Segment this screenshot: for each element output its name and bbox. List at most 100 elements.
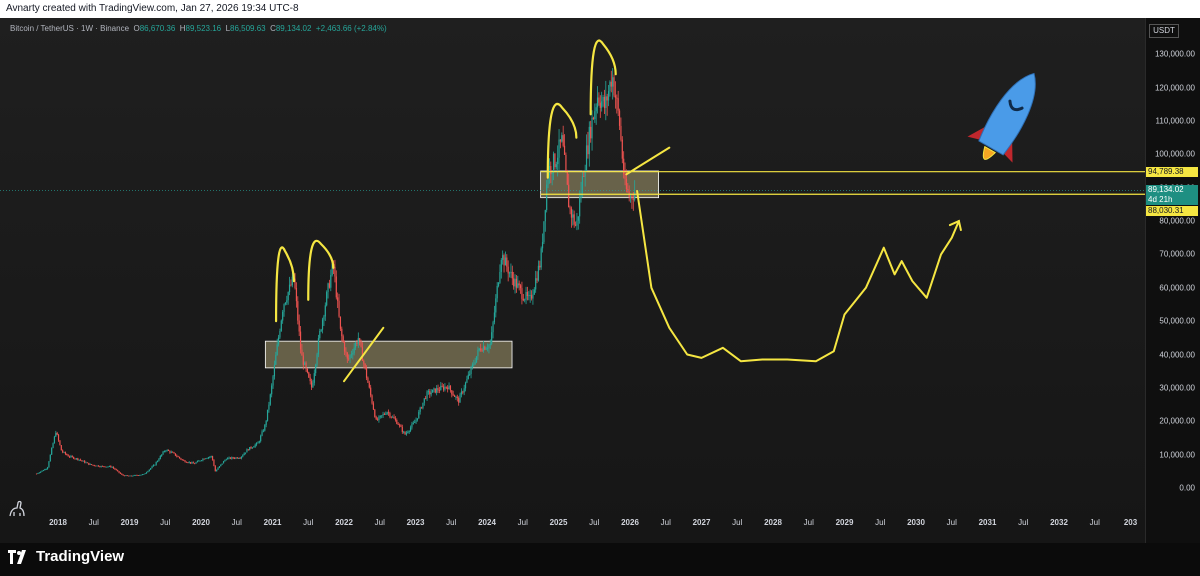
candle-body: [174, 453, 177, 456]
candle-body: [473, 363, 475, 365]
candle-body: [427, 391, 430, 393]
candle-body: [286, 300, 288, 303]
candle-body: [591, 117, 593, 139]
candle-body: [101, 466, 104, 467]
candle-body: [117, 470, 119, 472]
candle-body: [183, 459, 185, 461]
candle-body: [481, 350, 483, 352]
candle-body: [268, 404, 270, 410]
candle-body: [52, 443, 54, 449]
candle-body: [158, 459, 160, 461]
candle-body: [528, 295, 530, 297]
candle-body: [561, 135, 563, 142]
candle-body: [508, 272, 511, 274]
candle-body: [429, 391, 431, 395]
candle-body: [562, 135, 564, 146]
candle-body: [154, 464, 156, 466]
candle-body: [521, 288, 523, 299]
price-tick: 130,000.00: [1154, 49, 1195, 59]
candle-body: [337, 297, 339, 301]
currency-button[interactable]: USDT: [1149, 24, 1179, 38]
candle-body: [411, 424, 413, 428]
candle-body: [162, 451, 164, 455]
candle-body: [145, 472, 148, 474]
candle-body: [385, 414, 387, 415]
chart-svg: [0, 39, 1145, 477]
top-arc-mark: [307, 239, 335, 301]
time-tick: 2025: [549, 518, 568, 527]
candle-body: [477, 349, 479, 357]
chart-legend: Bitcoin / TetherUS · 1W · Binance O86,67…: [10, 24, 387, 33]
candle-body: [317, 338, 320, 355]
candle-body: [499, 271, 501, 283]
candle-body: [280, 320, 282, 331]
candle-body: [565, 154, 567, 171]
candle-body: [169, 450, 171, 453]
candle-body: [170, 451, 172, 453]
candle-body: [250, 447, 252, 449]
candle-body: [191, 462, 193, 464]
candle-body: [496, 285, 498, 299]
candle-body: [209, 456, 211, 458]
candle-body: [115, 469, 117, 471]
candle-body: [363, 360, 365, 364]
candle-body: [625, 178, 628, 189]
candle-body: [272, 376, 274, 386]
time-tick: Jul: [1018, 518, 1029, 527]
candle-body: [323, 316, 325, 320]
candle-body: [514, 278, 516, 287]
candle-body: [599, 102, 601, 108]
candle-body: [165, 450, 167, 452]
candle-body: [85, 462, 87, 464]
candle-body: [400, 425, 402, 427]
price-tick: 40,000.00: [1159, 350, 1195, 360]
candle-body: [216, 469, 218, 472]
candle-body: [144, 473, 146, 475]
candle-body: [350, 354, 353, 356]
candle-body: [195, 462, 197, 464]
candle-body: [242, 455, 244, 457]
time-tick: 2027: [692, 518, 711, 527]
candle-body: [335, 276, 337, 298]
candle-body: [152, 465, 155, 467]
candle-body: [382, 414, 384, 416]
price-axis[interactable]: 130,000.00 120,000.00 110,000.00 100,000.00…: [1145, 18, 1200, 543]
dinosaur-icon[interactable]: [6, 498, 28, 520]
candle-body: [489, 343, 491, 345]
candle-body: [228, 457, 230, 459]
candle-body: [433, 388, 435, 390]
time-tick: 203: [1123, 518, 1138, 527]
candle-body: [35, 473, 38, 475]
candle-body: [583, 176, 585, 177]
candle-body: [536, 278, 538, 281]
candle-body: [517, 283, 519, 288]
candle-body: [387, 412, 390, 414]
time-tick: 2020: [192, 518, 210, 527]
candle-body: [486, 348, 489, 349]
candle-body: [338, 300, 340, 317]
candle-body: [213, 459, 215, 466]
candle-body: [568, 184, 570, 208]
candle-body: [119, 472, 122, 474]
candle-body: [150, 468, 152, 470]
candle-body: [176, 455, 178, 457]
candle-body: [48, 461, 50, 468]
time-axis[interactable]: 2018 Jul 2019 Jul 2020 Jul 2021 Jul 2022 Jul 2023 J…: [0, 518, 1145, 536]
time-tick: Jul: [946, 518, 957, 527]
candle-body: [506, 257, 508, 267]
candle-body: [128, 475, 130, 477]
candle-body: [129, 475, 131, 477]
candle-body: [184, 460, 186, 462]
candle-body: [349, 355, 351, 359]
tradingview-logo[interactable]: TradingView: [8, 548, 124, 565]
candle-body: [415, 420, 417, 423]
candle-body: [59, 440, 61, 446]
price-tick: 100,000.00: [1154, 149, 1195, 159]
candle-body: [57, 434, 60, 441]
time-tick: Jul: [589, 518, 600, 527]
candle-body: [493, 312, 496, 323]
price-tick: 20,000.00: [1159, 416, 1195, 426]
candle-body: [238, 458, 240, 460]
candle-body: [617, 98, 619, 111]
candle-body: [283, 304, 285, 312]
